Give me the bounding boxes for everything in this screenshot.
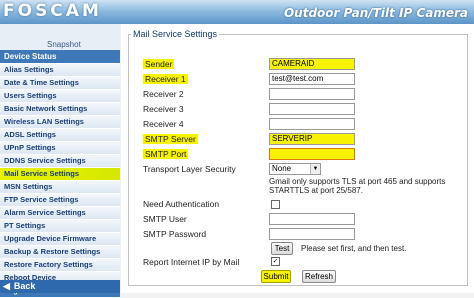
back-arrow-icon: ◀ xyxy=(3,281,10,291)
sidebar-item-device-status[interactable]: Device Status xyxy=(0,50,120,64)
sidebar-item-adsl[interactable]: ADSL Settings xyxy=(0,129,120,142)
receiver4-label: Receiver 4 xyxy=(143,119,184,129)
sidebar-item-wireless-lan[interactable]: Wireless LAN Settings xyxy=(0,116,120,129)
receiver4-input[interactable] xyxy=(269,118,355,130)
snapshot-link[interactable]: Snapshot xyxy=(0,24,120,50)
sidebar-item-alias-settings[interactable]: Alias Settings xyxy=(0,64,120,77)
sidebar-item-upgrade-firmware[interactable]: Upgrade Device Firmware xyxy=(0,233,120,246)
smtp-server-input[interactable]: SERVERIP xyxy=(269,133,355,145)
form-legend: Mail Service Settings xyxy=(131,29,220,39)
need-auth-checkbox[interactable] xyxy=(271,200,280,209)
app-header: FOSCAM Outdoor Pan/Tilt IP Camera xyxy=(0,0,474,24)
product-title: Outdoor Pan/Tilt IP Camera xyxy=(283,6,468,20)
submit-button[interactable]: Submit xyxy=(261,270,291,283)
smtp-password-label: SMTP Password xyxy=(143,229,207,239)
sidebar-item-date-time[interactable]: Date & Time Settings xyxy=(0,77,120,90)
mail-settings-form: Mail Service Settings Sender CAMERAID Re… xyxy=(128,29,468,286)
sidebar-item-upnp[interactable]: UPnP Settings xyxy=(0,142,120,155)
smtp-port-label: SMTP Port xyxy=(143,149,189,159)
tls-label: Transport Layer Security xyxy=(143,164,236,174)
sidebar-item-basic-network[interactable]: Basic Network Settings xyxy=(0,103,120,116)
need-auth-label: Need Authentication xyxy=(143,199,220,209)
smtp-server-label: SMTP Server xyxy=(143,134,198,144)
sidebar-menu: Snapshot Device Status Alias Settings Da… xyxy=(0,24,120,298)
sender-input[interactable]: CAMERAID xyxy=(269,58,355,70)
refresh-button[interactable]: Refresh xyxy=(302,270,336,283)
report-ip-checkbox[interactable]: ✓ xyxy=(271,257,280,266)
receiver1-label: Receiver 1 xyxy=(143,74,188,84)
report-ip-label: Report Internet IP by Mail xyxy=(143,257,240,267)
sender-label: Sender xyxy=(143,59,175,69)
sidebar-item-alarm[interactable]: Alarm Service Settings xyxy=(0,207,120,220)
test-button[interactable]: Test xyxy=(271,242,293,255)
sidebar-item-ddns[interactable]: DDNS Service Settings xyxy=(0,155,120,168)
sidebar-item-users[interactable]: Users Settings xyxy=(0,90,120,103)
sidebar-item-backup-restore[interactable]: Backup & Restore Settings xyxy=(0,246,120,259)
chevron-down-icon: ▼ xyxy=(310,164,320,174)
receiver3-input[interactable] xyxy=(269,103,355,115)
tls-select[interactable]: None ▼ xyxy=(269,163,321,175)
receiver1-input[interactable]: test@test.com xyxy=(269,73,355,85)
smtp-port-input[interactable] xyxy=(269,148,355,160)
tls-note: Gmail only supports TLS at port 465 and … xyxy=(269,177,446,195)
sidebar-item-pt[interactable]: PT Settings xyxy=(0,220,120,233)
smtp-password-input[interactable] xyxy=(269,228,355,240)
smtp-user-label: SMTP User xyxy=(143,214,187,224)
test-note: Please set first, and then test. xyxy=(301,244,407,253)
sidebar-item-msn[interactable]: MSN Settings xyxy=(0,181,120,194)
brand-logo: FOSCAM xyxy=(3,1,102,21)
main-content: Mail Service Settings Sender CAMERAID Re… xyxy=(121,24,474,293)
receiver3-label: Receiver 3 xyxy=(143,104,184,114)
receiver2-input[interactable] xyxy=(269,88,355,100)
smtp-user-input[interactable] xyxy=(269,213,355,225)
back-button[interactable]: ◀ Back xyxy=(0,280,120,293)
receiver2-label: Receiver 2 xyxy=(143,89,184,99)
sidebar-item-ftp[interactable]: FTP Service Settings xyxy=(0,194,120,207)
sidebar-item-mail-service[interactable]: Mail Service Settings xyxy=(0,168,120,181)
sidebar-item-factory-restore[interactable]: Restore Factory Settings xyxy=(0,259,120,272)
